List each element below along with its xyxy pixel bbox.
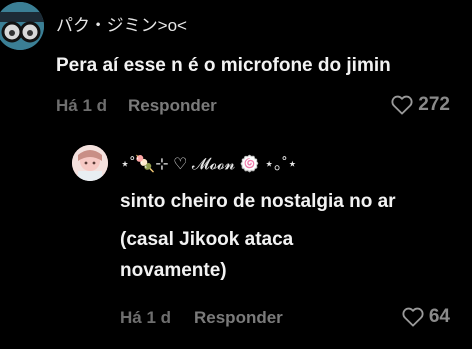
cartoon-avatar-icon[interactable]: [0, 2, 44, 50]
like-button[interactable]: 272: [391, 94, 450, 116]
pastel-avatar-icon[interactable]: [72, 145, 108, 181]
comment-text: Pera aí esse n é o microfone do jimin: [56, 55, 391, 76]
reply-username[interactable]: ⋆˚🍡⊹ ♡ 𝓜𝓸𝓸𝓷 🍥 ⋆｡˚⋆: [120, 150, 297, 174]
reply-text-line-1: sinto cheiro de nostalgia no ar: [120, 191, 396, 212]
comment-username[interactable]: パク・ジミン>o<: [56, 11, 187, 36]
reply-like-count: 64: [428, 306, 450, 327]
reply-text-line-2: (casal Jikook ataca: [120, 229, 294, 250]
reply-like-button[interactable]: 64: [402, 306, 450, 328]
reply-button[interactable]: Responder: [128, 96, 217, 116]
comment: パク・ジミン>o< Pera aí esse n é o microfone d…: [0, 0, 472, 130]
reply-timestamp: Há 1 d: [120, 308, 172, 327]
reply-reply-button[interactable]: Responder: [194, 308, 283, 328]
reply-text-line-3: novamente): [120, 260, 227, 281]
heart-icon: [391, 95, 413, 115]
comment-timestamp: Há 1 d: [56, 96, 108, 115]
like-count: 272: [418, 94, 450, 115]
reply-comment: ⋆˚🍡⊹ ♡ 𝓜𝓸𝓸𝓷 🍥 ⋆｡˚⋆ sinto cheiro de nosta…: [0, 130, 472, 349]
heart-icon: [402, 307, 424, 327]
